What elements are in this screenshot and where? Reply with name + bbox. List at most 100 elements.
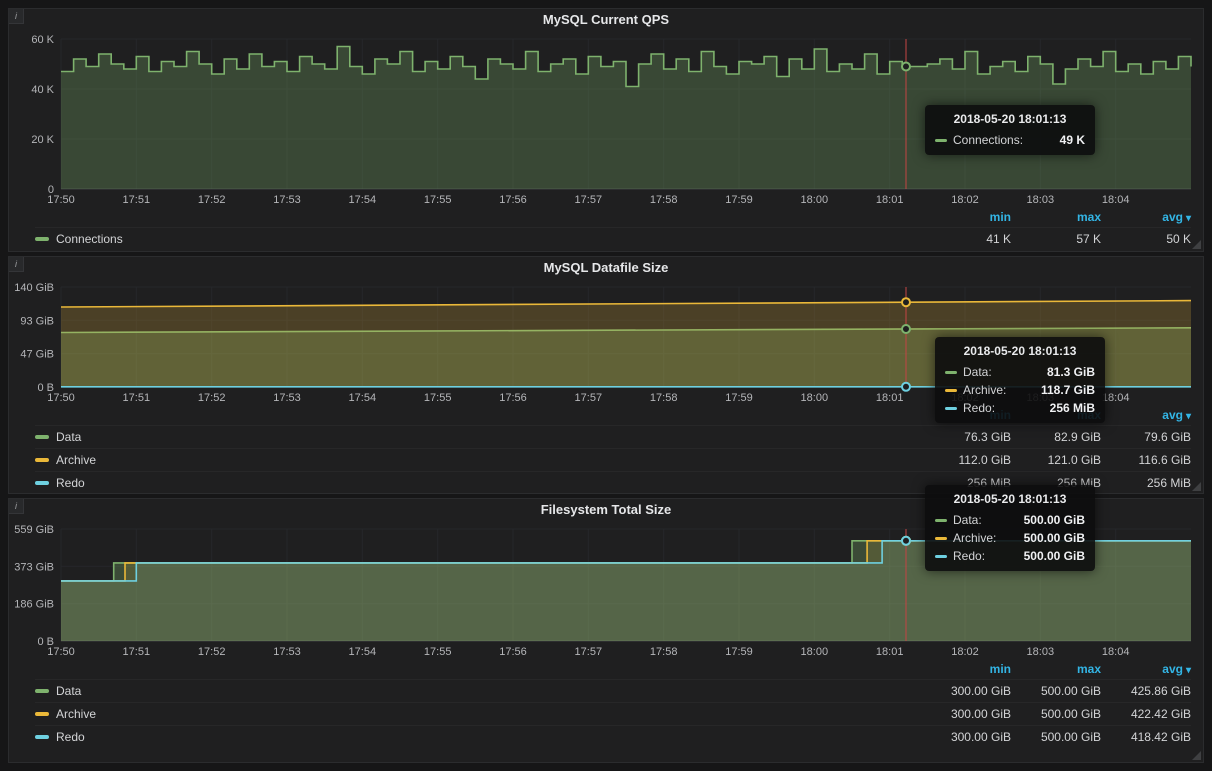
panel-filesystem-total-size: i Filesystem Total Size 0 B186 GiB373 Gi… (8, 498, 1204, 763)
legend-series-name: Data (56, 684, 81, 698)
series-color-swatch-icon (35, 735, 49, 739)
panel-resize-handle-icon[interactable] (1192, 751, 1201, 760)
series-hover-marker (902, 383, 910, 391)
legend-value-max: 121.0 GiB (1011, 453, 1101, 467)
x-axis-tick-label: 18:01 (876, 392, 904, 404)
series-color-swatch-icon (35, 237, 49, 241)
series-color-swatch-icon (35, 458, 49, 462)
legend-row: Data300.00 GiB500.00 GiB425.86 GiB (35, 679, 1191, 702)
legend: minmaxavg▾Connections41 K57 K50 K (9, 207, 1203, 252)
legend-series-name: Archive (56, 707, 96, 721)
legend-series-toggle[interactable]: Connections (35, 232, 921, 246)
legend: minmaxavg▾Data300.00 GiB500.00 GiB425.86… (9, 659, 1203, 750)
legend-series-name: Redo (56, 476, 85, 490)
legend-series-toggle[interactable]: Data (35, 684, 921, 698)
panel-title[interactable]: Filesystem Total Size (9, 499, 1203, 521)
legend-header-avg[interactable]: avg▾ (1101, 408, 1191, 422)
chart-svg[interactable]: 0 B47 GiB93 GiB140 GiB17:5017:5117:5217:… (9, 279, 1203, 405)
x-axis-tick-label: 18:04 (1102, 392, 1130, 404)
panel-mysql-datafile-size: i MySQL Datafile Size 0 B47 GiB93 GiB140… (8, 256, 1204, 494)
x-axis-tick-label: 18:00 (801, 392, 829, 404)
x-axis-tick-label: 17:57 (575, 646, 603, 658)
legend-header: minmaxavg▾ (35, 405, 1191, 425)
y-axis-tick-label: 186 GiB (14, 599, 54, 611)
y-axis-tick-label: 93 GiB (20, 315, 54, 327)
legend-series-toggle[interactable]: Archive (35, 453, 921, 467)
x-axis-tick-label: 18:00 (801, 194, 829, 206)
panel-resize-handle-icon[interactable] (1192, 240, 1201, 249)
caret-down-icon: ▾ (1186, 213, 1191, 224)
x-axis-tick-label: 17:58 (650, 392, 678, 404)
x-axis-tick-label: 17:53 (273, 194, 301, 206)
legend-value-avg: 425.86 GiB (1101, 684, 1191, 698)
legend-series-name: Connections (56, 232, 123, 246)
x-axis-tick-label: 17:55 (424, 392, 452, 404)
panel-info-icon[interactable]: i (9, 257, 24, 272)
series-color-swatch-icon (35, 689, 49, 693)
y-axis-tick-label: 559 GiB (14, 524, 54, 536)
x-axis-tick-label: 17:56 (499, 392, 527, 404)
series-color-swatch-icon (35, 481, 49, 485)
legend-series-toggle[interactable]: Archive (35, 707, 921, 721)
panel-title[interactable]: MySQL Datafile Size (9, 257, 1203, 279)
chart-svg[interactable]: 020 K40 K60 K17:5017:5117:5217:5317:5417… (9, 31, 1203, 207)
caret-down-icon: ▾ (1186, 665, 1191, 676)
x-axis-tick-label: 18:04 (1102, 194, 1130, 206)
series-hover-marker (902, 537, 910, 545)
x-axis-tick-label: 17:58 (650, 646, 678, 658)
x-axis-tick-label: 17:51 (123, 392, 151, 404)
x-axis-tick-label: 17:57 (575, 194, 603, 206)
series-hover-marker (902, 325, 910, 333)
legend-value-min: 300.00 GiB (921, 707, 1011, 721)
panel-resize-handle-icon[interactable] (1192, 482, 1201, 491)
x-axis-tick-label: 17:50 (47, 392, 75, 404)
x-axis-tick-label: 18:00 (801, 646, 829, 658)
x-axis-tick-label: 17:52 (198, 646, 226, 658)
legend-value-max: 57 K (1011, 232, 1101, 246)
x-axis-tick-label: 18:03 (1027, 392, 1055, 404)
chart-area[interactable]: 0 B186 GiB373 GiB559 GiB17:5017:5117:521… (9, 521, 1203, 659)
legend-series-name: Data (56, 430, 81, 444)
x-axis-tick-label: 18:02 (951, 392, 979, 404)
legend-series-toggle[interactable]: Data (35, 430, 921, 444)
panel-info-icon[interactable]: i (9, 9, 24, 24)
panel-mysql-current-qps: i MySQL Current QPS 020 K40 K60 K17:5017… (8, 8, 1204, 252)
legend-series-toggle[interactable]: Redo (35, 476, 921, 490)
legend-value-max: 500.00 GiB (1011, 707, 1101, 721)
legend-header-avg[interactable]: avg▾ (1101, 662, 1191, 676)
legend-row: Connections41 K57 K50 K (35, 227, 1191, 250)
legend-header-max[interactable]: max (1011, 210, 1101, 224)
legend-header-min[interactable]: min (921, 662, 1011, 676)
chart-area[interactable]: 020 K40 K60 K17:5017:5117:5217:5317:5417… (9, 31, 1203, 207)
legend-value-max: 256 MiB (1011, 476, 1101, 490)
legend-header-max[interactable]: max (1011, 408, 1101, 422)
legend-value-avg: 256 MiB (1101, 476, 1191, 490)
series-color-swatch-icon (35, 712, 49, 716)
x-axis-tick-label: 17:59 (725, 646, 753, 658)
chart-svg[interactable]: 0 B186 GiB373 GiB559 GiB17:5017:5117:521… (9, 521, 1203, 659)
legend-value-min: 76.3 GiB (921, 430, 1011, 444)
y-axis-tick-label: 60 K (31, 34, 54, 46)
legend-series-toggle[interactable]: Redo (35, 730, 921, 744)
legend-header-avg[interactable]: avg▾ (1101, 210, 1191, 224)
chart-area[interactable]: 0 B47 GiB93 GiB140 GiB17:5017:5117:5217:… (9, 279, 1203, 405)
series-hover-marker (902, 63, 910, 71)
y-axis-tick-label: 140 GiB (14, 282, 54, 294)
x-axis-tick-label: 17:52 (198, 194, 226, 206)
series-area-redo (61, 541, 1191, 641)
x-axis-tick-label: 17:53 (273, 392, 301, 404)
legend-value-min: 112.0 GiB (921, 453, 1011, 467)
x-axis-tick-label: 18:04 (1102, 646, 1130, 658)
legend-header-min[interactable]: min (921, 210, 1011, 224)
legend-value-min: 41 K (921, 232, 1011, 246)
x-axis-tick-label: 18:03 (1027, 646, 1055, 658)
y-axis-tick-label: 373 GiB (14, 561, 54, 573)
legend-header-max[interactable]: max (1011, 662, 1101, 676)
panel-title[interactable]: MySQL Current QPS (9, 9, 1203, 31)
legend-header-min[interactable]: min (921, 408, 1011, 422)
legend-series-name: Archive (56, 453, 96, 467)
legend-series-name: Redo (56, 730, 85, 744)
panel-info-icon[interactable]: i (9, 499, 24, 514)
legend-value-max: 500.00 GiB (1011, 730, 1101, 744)
legend-row: Data76.3 GiB82.9 GiB79.6 GiB (35, 425, 1191, 448)
